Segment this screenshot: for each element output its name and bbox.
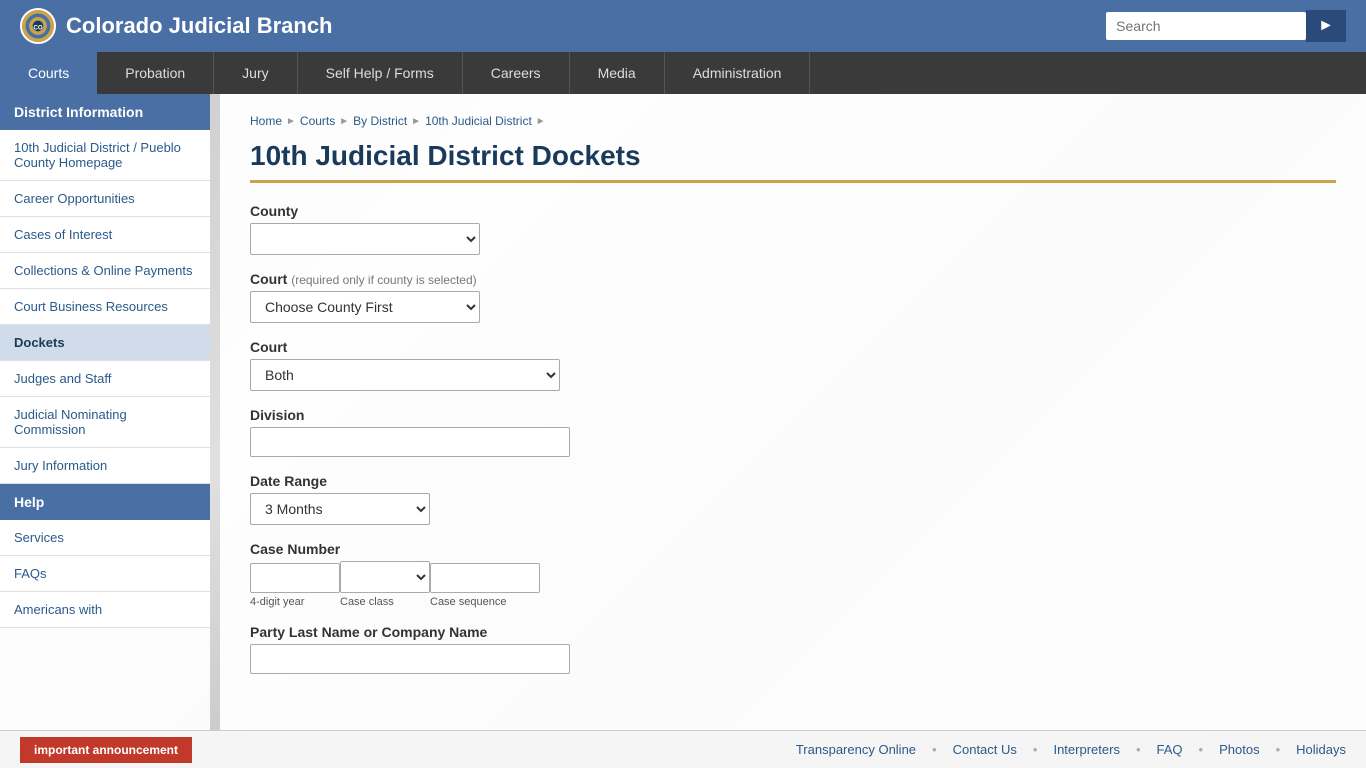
footer-holidays[interactable]: Holidays	[1296, 742, 1346, 757]
county-group: County	[250, 203, 1336, 255]
court-select[interactable]: Both District Court County Court	[250, 359, 560, 391]
sidebar-item-career[interactable]: Career Opportunities	[0, 181, 210, 217]
sidebar-item-homepage[interactable]: 10th Judicial District / Pueblo County H…	[0, 130, 210, 181]
court-county-select[interactable]: Choose County First	[250, 291, 480, 323]
case-year-group: 4-digit year	[250, 563, 340, 608]
sidebar-item-collections[interactable]: Collections & Online Payments	[0, 253, 210, 289]
court-county-group: Court (required only if county is select…	[250, 271, 1336, 323]
date-range-label: Date Range	[250, 473, 1336, 489]
nav-jury[interactable]: Jury	[214, 52, 297, 94]
breadcrumb-sep-2: ►	[339, 116, 349, 127]
nav-careers[interactable]: Careers	[463, 52, 570, 94]
breadcrumb-home[interactable]: Home	[250, 114, 282, 128]
footer-links: Transparency Online • Contact Us • Inter…	[796, 742, 1346, 757]
sidebar-section-district: District Information	[0, 94, 210, 130]
case-class-select[interactable]	[340, 561, 430, 593]
sidebar: District Information 10th Judicial Distr…	[0, 94, 210, 730]
sidebar-item-judicial-nominating[interactable]: Judicial Nominating Commission	[0, 397, 210, 448]
breadcrumb-sep-3: ►	[411, 116, 421, 127]
sidebar-help-section: Help	[0, 484, 210, 520]
search-button[interactable]: ►	[1306, 10, 1346, 42]
search-input[interactable]	[1106, 12, 1306, 40]
page-title: 10th Judicial District Dockets	[250, 140, 1336, 183]
nav-media[interactable]: Media	[570, 52, 665, 94]
breadcrumb-courts[interactable]: Courts	[300, 114, 335, 128]
division-group: Division	[250, 407, 1336, 457]
case-class-group: Case class	[340, 561, 430, 608]
case-year-input[interactable]	[250, 563, 340, 593]
county-label: County	[250, 203, 1336, 219]
nav-administration[interactable]: Administration	[665, 52, 811, 94]
footer-contact[interactable]: Contact Us	[953, 742, 1017, 757]
date-range-group: Date Range 3 Months 1 Month 6 Months 1 Y…	[250, 473, 1336, 525]
county-select[interactable]	[250, 223, 480, 255]
footer-photos[interactable]: Photos	[1219, 742, 1259, 757]
sidebar-item-cases[interactable]: Cases of Interest	[0, 217, 210, 253]
logo-area: CO Colorado Judicial Branch	[20, 8, 333, 44]
search-area: ►	[1106, 10, 1346, 42]
announcement-button[interactable]: important announcement	[20, 737, 192, 763]
nav-probation[interactable]: Probation	[97, 52, 214, 94]
main-area: District Information 10th Judicial Distr…	[0, 94, 1366, 730]
division-input[interactable]	[250, 427, 570, 457]
case-seq-group: Case sequence	[430, 563, 540, 608]
case-number-label: Case Number	[250, 541, 1336, 557]
division-label: Division	[250, 407, 1336, 423]
site-header: CO Colorado Judicial Branch ►	[0, 0, 1366, 52]
case-seq-label: Case sequence	[430, 596, 540, 608]
breadcrumb-bydistrict[interactable]: By District	[353, 114, 407, 128]
sidebar-item-court-business[interactable]: Court Business Resources	[0, 289, 210, 325]
case-class-label: Case class	[340, 596, 430, 608]
footer-transparency[interactable]: Transparency Online	[796, 742, 916, 757]
party-name-label: Party Last Name or Company Name	[250, 624, 1336, 640]
case-seq-input[interactable]	[430, 563, 540, 593]
case-year-label: 4-digit year	[250, 596, 340, 608]
site-title: Colorado Judicial Branch	[66, 13, 333, 39]
nav-selfhelp[interactable]: Self Help / Forms	[298, 52, 463, 94]
site-logo: CO	[20, 8, 56, 44]
nav-courts[interactable]: Courts	[0, 52, 97, 94]
date-range-select[interactable]: 3 Months 1 Month 6 Months 1 Year	[250, 493, 430, 525]
court-required-label: Court (required only if county is select…	[250, 271, 1336, 287]
sidebar-item-services[interactable]: Services	[0, 520, 210, 556]
breadcrumb-sep-4: ►	[536, 116, 546, 127]
breadcrumb-10th[interactable]: 10th Judicial District	[425, 114, 532, 128]
party-name-input[interactable]	[250, 644, 570, 674]
breadcrumb-sep-1: ►	[286, 116, 296, 127]
case-number-row: 4-digit year Case class Case sequence	[250, 561, 1336, 608]
court-label: Court	[250, 339, 1336, 355]
court-group: Court Both District Court County Court	[250, 339, 1336, 391]
sidebar-item-faqs[interactable]: FAQs	[0, 556, 210, 592]
party-name-group: Party Last Name or Company Name	[250, 624, 1336, 674]
sidebar-item-jury[interactable]: Jury Information	[0, 448, 210, 484]
footer-faq[interactable]: FAQ	[1157, 742, 1183, 757]
sidebar-item-americans[interactable]: Americans with	[0, 592, 210, 628]
main-nav: Courts Probation Jury Self Help / Forms …	[0, 52, 1366, 94]
footer-interpreters[interactable]: Interpreters	[1053, 742, 1119, 757]
footer: important announcement Transparency Onli…	[0, 730, 1366, 768]
svg-text:CO: CO	[33, 25, 42, 32]
sidebar-item-dockets[interactable]: Dockets	[0, 325, 210, 361]
case-number-group: Case Number 4-digit year Case class Case…	[250, 541, 1336, 608]
breadcrumb: Home ► Courts ► By District ► 10th Judic…	[250, 114, 1336, 128]
main-content: Home ► Courts ► By District ► 10th Judic…	[220, 94, 1366, 730]
sidebar-item-judges[interactable]: Judges and Staff	[0, 361, 210, 397]
court-required-note: (required only if county is selected)	[291, 273, 476, 287]
